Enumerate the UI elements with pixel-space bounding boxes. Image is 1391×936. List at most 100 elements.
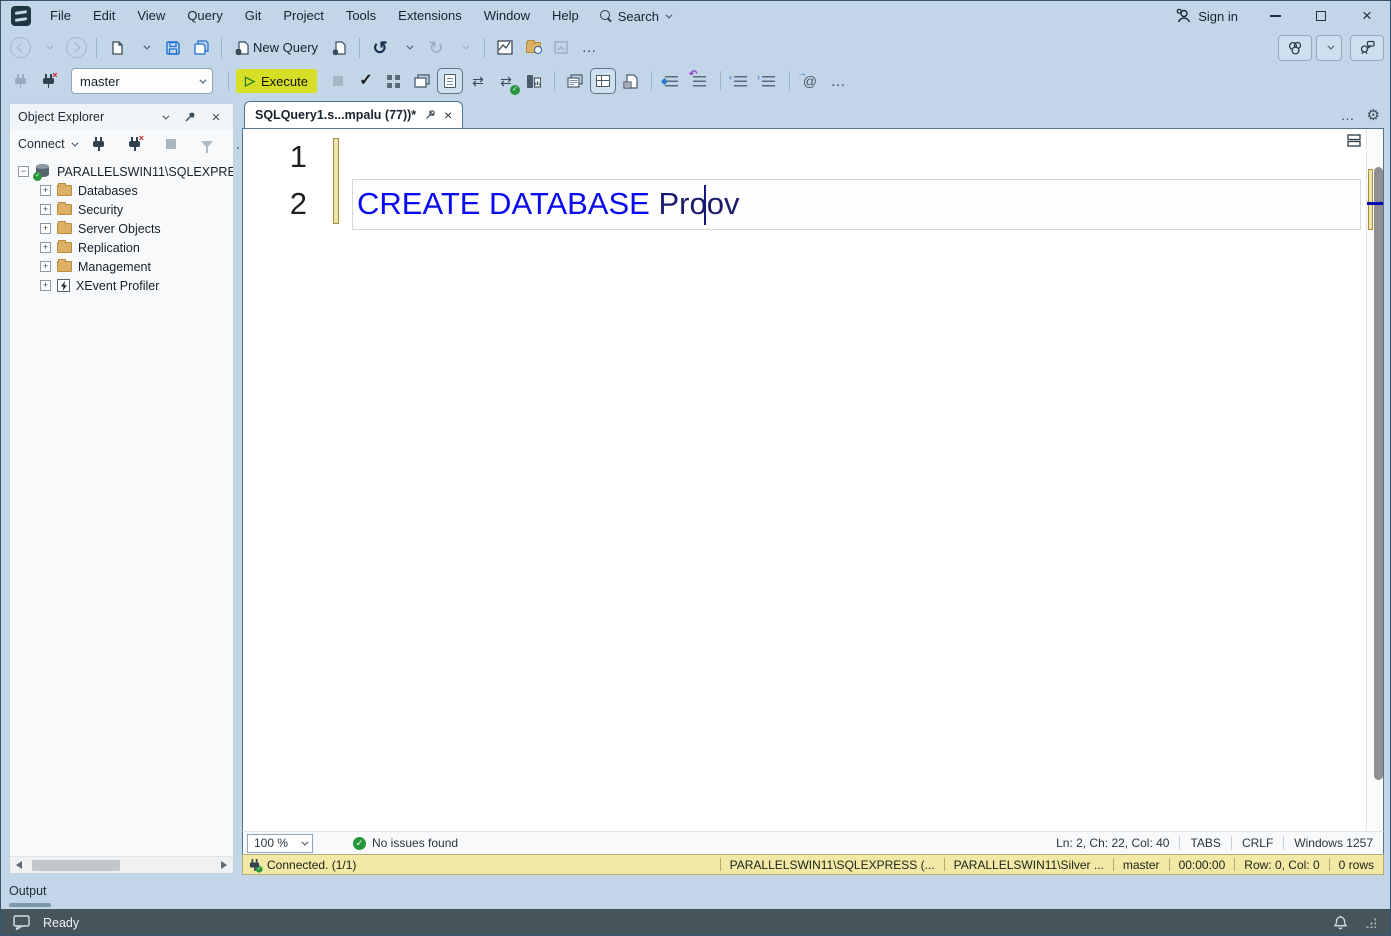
resize-grip[interactable] [1366, 918, 1376, 928]
menu-file[interactable]: File [39, 1, 82, 31]
query-options-button[interactable] [409, 68, 435, 94]
user-accounts-button[interactable] [1278, 35, 1312, 61]
save-button[interactable] [160, 35, 186, 61]
panel-pin-button[interactable] [181, 108, 199, 126]
tree-node-server-objects[interactable]: + Server Objects [10, 219, 233, 238]
new-file-dropdown[interactable] [132, 35, 158, 61]
undo-dropdown[interactable] [395, 35, 421, 61]
expand-icon[interactable]: + [40, 261, 51, 272]
new-query-button[interactable]: New Query [229, 35, 324, 61]
encoding-indicator[interactable]: Windows 1257 [1284, 836, 1383, 850]
client-statistics-button[interactable] [521, 68, 547, 94]
increase-indent-button[interactable]: › [756, 68, 782, 94]
redo-dropdown[interactable] [451, 35, 477, 61]
menu-view[interactable]: View [126, 1, 176, 31]
object-explorer-hscrollbar[interactable] [10, 856, 233, 873]
oe-disconnect-button[interactable]: × [122, 131, 148, 157]
results-to-text-button[interactable] [562, 68, 588, 94]
scroll-right-icon[interactable] [221, 861, 227, 869]
expand-icon[interactable]: + [40, 185, 51, 196]
menu-tools[interactable]: Tools [335, 1, 387, 31]
tree-node-xevent-profiler[interactable]: + XEvent Profiler [10, 276, 233, 295]
sign-in-button[interactable]: Sign in [1162, 8, 1252, 24]
save-all-button[interactable] [188, 35, 214, 61]
vscrollbar-thumb[interactable] [1374, 167, 1383, 780]
results-to-file-button[interactable] [618, 68, 644, 94]
tab-pin-button[interactable] [424, 109, 436, 121]
minimize-button[interactable] [1252, 1, 1298, 31]
database-combobox[interactable]: master [71, 68, 213, 94]
tree-node-databases[interactable]: + Databases [10, 181, 233, 200]
caret-position[interactable]: Ln: 2, Ch: 22, Col: 40 [1046, 836, 1179, 850]
user-accounts-dropdown[interactable] [1316, 35, 1342, 61]
oe-stop-button[interactable] [158, 131, 184, 157]
panel-options-chevron[interactable] [155, 108, 173, 126]
live-query-stats-button[interactable]: ⇄ ✓ [493, 68, 519, 94]
expand-icon[interactable]: + [40, 242, 51, 253]
line-ending-indicator[interactable]: CRLF [1232, 836, 1283, 850]
oe-filter-button[interactable] [194, 131, 220, 157]
template-parameters-button[interactable]: @ → [797, 68, 823, 94]
oe-connect-server-button[interactable] [86, 131, 112, 157]
uncomment-selection-button[interactable]: ↶ [687, 68, 713, 94]
intellisense-toggle-button[interactable] [437, 68, 463, 94]
activity-monitor-button[interactable] [492, 35, 518, 61]
new-query-current-connection-button[interactable] [326, 35, 352, 61]
maximize-button[interactable] [1298, 1, 1344, 31]
collapse-icon[interactable]: − [18, 166, 29, 177]
splitter-handle[interactable] [1347, 134, 1361, 150]
tree-node-management[interactable]: + Management [10, 257, 233, 276]
hscrollbar-thumb[interactable] [32, 860, 120, 871]
notifications-bell-icon[interactable] [1333, 915, 1348, 931]
menu-help[interactable]: Help [541, 1, 590, 31]
close-button[interactable]: × [1344, 1, 1390, 31]
menu-extensions[interactable]: Extensions [387, 1, 473, 31]
change-connection-button[interactable]: × [35, 68, 61, 94]
compare-plan-button[interactable]: ⇄ [465, 68, 491, 94]
tab-close-button[interactable]: × [444, 108, 452, 122]
output-tab[interactable]: Output [9, 884, 47, 898]
editor-vscrollbar[interactable] [1366, 129, 1383, 831]
comment-selection-button[interactable] [659, 68, 685, 94]
undo-button[interactable]: ↺ [367, 35, 393, 61]
issues-status[interactable]: ✓ No issues found [353, 836, 458, 850]
navigate-forward-button[interactable] [63, 35, 89, 61]
tree-node-replication[interactable]: + Replication [10, 238, 233, 257]
zoom-combobox[interactable]: 100 % [247, 834, 313, 853]
send-feedback-button[interactable] [1350, 35, 1384, 61]
code-editor[interactable]: 1 2 CREATE DATABASE Proov [242, 128, 1384, 831]
tree-node-security[interactable]: + Security [10, 200, 233, 219]
navigate-back-button[interactable] [7, 35, 33, 61]
new-file-button[interactable] [104, 35, 130, 61]
search-control[interactable]: Search [590, 9, 680, 24]
menu-project[interactable]: Project [272, 1, 334, 31]
sql-toolbar-overflow-button[interactable]: … [825, 68, 851, 94]
menu-edit[interactable]: Edit [82, 1, 126, 31]
tabs-indicator[interactable]: TABS [1180, 836, 1230, 850]
menu-query[interactable]: Query [176, 1, 233, 31]
browse-find-button[interactable] [520, 35, 546, 61]
execute-button[interactable]: ▷ Execute [236, 69, 317, 93]
tree-node-server[interactable]: − ✓ PARALLELSWIN11\SQLEXPRESS (SQ [10, 162, 233, 181]
connect-dropdown[interactable]: Connect [18, 137, 76, 151]
expand-icon[interactable]: + [40, 223, 51, 234]
open-recent-button[interactable] [548, 35, 574, 61]
menu-window[interactable]: Window [473, 1, 541, 31]
scroll-left-icon[interactable] [16, 861, 22, 869]
toolbar-overflow-button[interactable]: … [576, 35, 602, 61]
cancel-query-button[interactable] [325, 68, 351, 94]
editor-settings-button[interactable]: ⚙ [1367, 106, 1380, 124]
connect-button[interactable] [7, 68, 33, 94]
tab-overflow-button[interactable]: … [1341, 107, 1355, 123]
panel-close-button[interactable]: × [207, 108, 225, 126]
query-document-tab[interactable]: SQLQuery1.s...mpalu (77))* × [244, 101, 463, 128]
parse-button[interactable]: ✓ [353, 68, 379, 94]
menu-git[interactable]: Git [234, 1, 273, 31]
decrease-indent-button[interactable]: ‹ [728, 68, 754, 94]
expand-icon[interactable]: + [40, 280, 51, 291]
redo-button[interactable]: ↻ [423, 35, 449, 61]
estimated-plan-button[interactable] [381, 68, 407, 94]
expand-icon[interactable]: + [40, 204, 51, 215]
results-to-grid-button[interactable] [590, 68, 616, 94]
navigate-back-dropdown[interactable] [35, 35, 61, 61]
